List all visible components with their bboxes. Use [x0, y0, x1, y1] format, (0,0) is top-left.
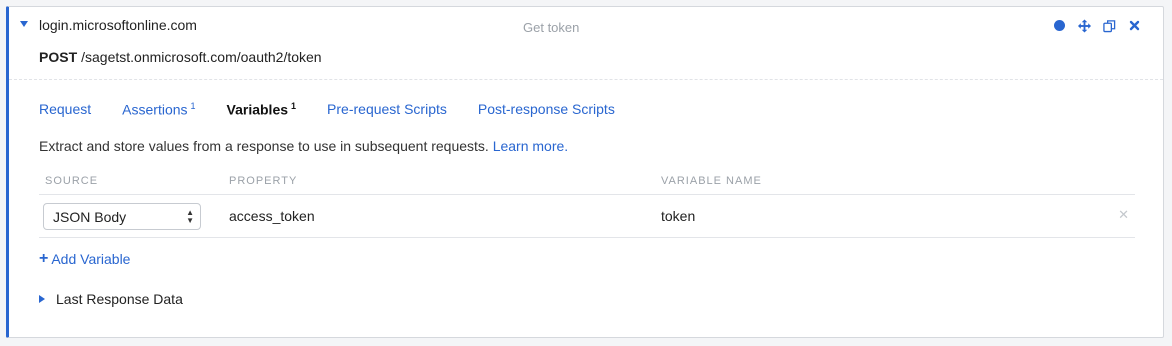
- source-select[interactable]: JSON Body ▲ ▼: [43, 203, 201, 230]
- request-url-line: POST/sagetst.onmicrosoft.com/oauth2/toke…: [39, 49, 322, 65]
- request-header: login.microsoftonline.com Get token POST…: [9, 7, 1163, 80]
- column-header-variable-name: VARIABLE NAME: [661, 175, 762, 187]
- variables-description: Extract and store values from a response…: [39, 138, 569, 154]
- header-actions: [1053, 19, 1141, 32]
- last-response-toggle[interactable]: Last Response Data: [39, 291, 183, 307]
- request-path: /sagetst.onmicrosoft.com/oauth2/token: [81, 49, 322, 65]
- learn-more-link[interactable]: Learn more.: [493, 138, 568, 154]
- variables-table-header: SOURCE PROPERTY VARIABLE NAME: [39, 172, 1135, 195]
- duplicate-icon[interactable]: [1103, 19, 1116, 32]
- variables-count-badge: 1: [291, 101, 297, 111]
- tab-assertions[interactable]: Assertions 1: [122, 101, 195, 118]
- move-icon[interactable]: [1078, 19, 1091, 32]
- variable-name-field[interactable]: token: [661, 208, 695, 224]
- add-variable-button[interactable]: + Add Variable: [39, 250, 130, 268]
- property-field[interactable]: access_token: [229, 208, 315, 224]
- tab-pre-request-scripts[interactable]: Pre-request Scripts: [327, 101, 447, 118]
- collapse-toggle-icon[interactable]: [20, 21, 28, 27]
- request-title[interactable]: Get token: [523, 20, 579, 35]
- tab-request[interactable]: Request: [39, 101, 91, 118]
- assertions-count-badge: 1: [190, 101, 196, 111]
- table-row: JSON Body ▲ ▼ access_token token ✕: [39, 195, 1135, 238]
- request-card: login.microsoftonline.com Get token POST…: [6, 6, 1164, 338]
- plus-icon: +: [39, 250, 49, 267]
- request-host: login.microsoftonline.com: [39, 17, 197, 33]
- remove-row-icon[interactable]: ✕: [1118, 207, 1129, 223]
- tab-post-response-scripts[interactable]: Post-response Scripts: [478, 101, 615, 118]
- tab-variables[interactable]: Variables 1: [227, 101, 297, 118]
- request-method: POST: [39, 49, 78, 65]
- column-header-source: SOURCE: [45, 175, 99, 187]
- status-dot-icon[interactable]: [1053, 19, 1066, 32]
- column-header-property: PROPERTY: [229, 175, 298, 187]
- close-icon[interactable]: [1128, 19, 1141, 32]
- expand-caret-icon: [39, 295, 45, 303]
- select-arrows-icon: ▲ ▼: [186, 208, 194, 225]
- tab-bar: Request Assertions 1 Variables 1 Pre-reque…: [39, 101, 646, 118]
